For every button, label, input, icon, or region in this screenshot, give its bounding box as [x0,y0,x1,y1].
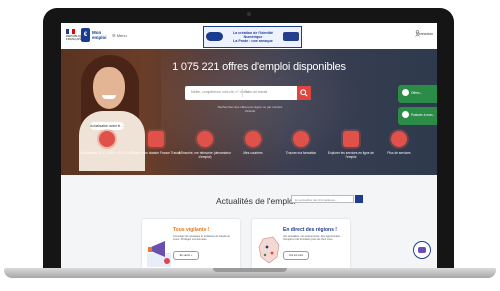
hero-section: 1 075 221 offres d'emploi disponibles Mé… [61,49,437,175]
card-title: En direct des régions ! [283,227,337,233]
overlay-banner: La création de l'Identité Numérique La P… [203,26,302,48]
search-button[interactable] [297,86,311,100]
person-icon [402,89,409,96]
menu-label: Menu [116,33,127,38]
location-input[interactable]: Lieu de travail [246,90,267,94]
gov-label: RÉPUBLIQUE FRANÇAISE [66,34,86,41]
shortcut-label: Trouver ma formation [285,151,317,155]
news-title: Actualités de l'emploi [216,196,296,206]
card-button[interactable]: En savoir + [173,251,199,260]
la-poste-logo [206,32,223,41]
more-dots-icon [391,131,407,147]
laptop-notch [213,268,287,272]
quick-link-label: Postuler à mon... [411,113,436,117]
services-icon [343,131,359,147]
shortcut-more[interactable]: Plus de services [371,131,427,155]
card-button[interactable]: Voir les infos [283,251,309,260]
shortcut-row: M'actualiser 28.11.2022 > 15.12.2022 Sui… [61,131,437,175]
job-search-bar: Métier, compétence, mot-clé, n° d'offre … [185,86,311,100]
connect-link[interactable]: Connexion [416,32,433,36]
france-map-illustration [258,236,280,264]
banner-line1: La création de l'Identité Numérique [233,31,273,39]
webcam-icon [247,12,251,16]
shortcut-label: Suivre mon dossier France Travail [131,151,181,155]
chat-icon [418,247,426,253]
search-divider [242,89,243,97]
shortcut-label: Plus de services [387,151,411,155]
screen: RÉPUBLIQUE FRANÇAISE € Mon emploi ☰ Menu… [61,23,437,268]
card-description: Vos actualités, vos événements, des oppo… [283,235,340,242]
mail-icon [245,131,261,147]
news-card-regions[interactable]: En direct des régions ! Vos actualités, … [252,219,350,268]
shortcut-label: M'actualiser 28.11.2022 > 15.12.2022 [80,151,134,155]
brand-name[interactable]: Mon emploi [92,30,110,40]
pencil-icon [197,131,213,147]
keywords-input[interactable]: Métier, compétence, mot-clé, n° d'offre [191,90,249,94]
site-header: RÉPUBLIQUE FRANÇAISE € Mon emploi ☰ Menu… [61,23,437,49]
banner-line2: La Poste : une arnaque [233,39,273,43]
hero-photo-face [93,67,125,109]
graduation-icon [293,131,309,147]
identite-numerique-logo [283,32,299,41]
quick-link-offers[interactable]: Offres... [398,85,437,103]
hero-title: 1 075 221 offres d'emploi disponibles [172,61,346,73]
news-card-vigilance[interactable]: Tous vigilants ! Consultez les arnaques … [142,219,240,268]
quick-link-label: Offres... [411,91,423,95]
news-search-input[interactable]: En actualités des thématiques... [291,195,354,203]
news-search-button[interactable] [355,195,363,203]
brand-line2: emploi [92,35,107,40]
menu-button[interactable]: ☰ Menu [112,33,127,38]
quick-link-apply[interactable]: Postuler à mon... [398,107,437,125]
brand-logo[interactable]: € [81,28,90,42]
card-title: Tous vigilants ! [173,227,210,233]
actualisation-tooltip: Actualisation avant le ... [90,122,124,130]
folder-icon [148,131,164,147]
hero-photo-smile [102,95,116,99]
search-icon [300,89,308,97]
shortcut-actualiser[interactable]: M'actualiser 28.11.2022 > 15.12.2022 [79,131,135,155]
shortcut-formation[interactable]: Trouver ma formation [273,131,329,155]
megaphone-illustration [147,241,171,267]
refresh-icon [99,131,115,147]
shortcut-dossier[interactable]: Suivre mon dossier France Travail [128,131,184,155]
chat-assistant-button[interactable] [413,241,431,259]
person-icon [402,111,409,118]
card-description: Consultez les arnaques et tentatives de … [173,235,231,242]
hero-subtitle[interactable]: Recherchez des offres par région ou par … [215,105,285,113]
